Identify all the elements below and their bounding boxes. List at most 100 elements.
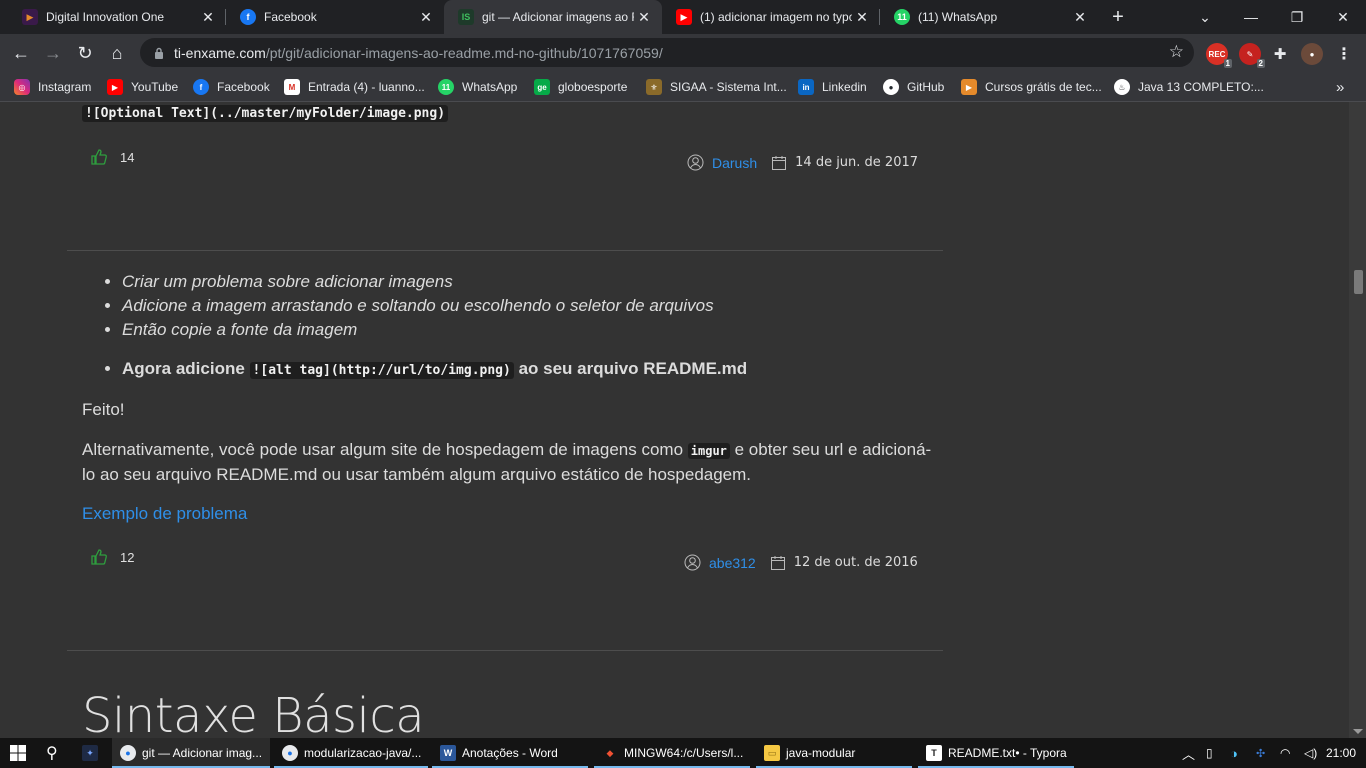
tray-app-icon[interactable]: ◑ xyxy=(1230,738,1238,768)
taskbar: ⚲ ✦ ● git — Adicionar imag... ● modulariza… xyxy=(0,738,1366,768)
profile-avatar[interactable]: ● xyxy=(1301,43,1323,65)
new-tab-button[interactable]: + xyxy=(1098,0,1138,34)
folder-icon: ▭ xyxy=(764,745,780,761)
close-window-button[interactable]: ✕ xyxy=(1320,0,1366,34)
address-bar[interactable]: ti-enxame.com/pt/git/adicionar-imagens-a… xyxy=(140,38,1194,67)
restore-button[interactable]: ❐ xyxy=(1274,0,1320,34)
extension-rec-icon[interactable]: REC 1 xyxy=(1206,43,1232,68)
vote-count: 12 xyxy=(120,549,135,565)
close-tab-icon[interactable]: ✕ xyxy=(1070,9,1090,26)
tab-whatsapp[interactable]: 11 (11) WhatsApp ✕ xyxy=(880,0,1098,34)
bookmark-github[interactable]: ● GitHub xyxy=(883,72,944,102)
bookmark-facebook[interactable]: f Facebook xyxy=(193,72,270,102)
taskbar-app-chrome[interactable]: ● git — Adicionar imag... xyxy=(112,738,270,768)
battery-icon[interactable]: ▯ xyxy=(1206,738,1213,768)
answer-divider xyxy=(67,250,943,251)
volume-icon[interactable]: ◁) xyxy=(1304,738,1317,768)
bookmark-sigaa[interactable]: ⚜ SIGAA - Sistema Int... xyxy=(646,72,787,102)
tray-app-2-icon[interactable]: ✣ xyxy=(1256,738,1265,768)
tab-digital-innovation-one[interactable]: ▶ Digital Innovation One ✕ xyxy=(8,0,226,34)
windows-icon xyxy=(10,745,26,761)
bookmark-star-icon[interactable]: ☆ xyxy=(1169,42,1184,62)
clock[interactable]: 21:00 xyxy=(1326,738,1356,768)
ti-enxame-icon: IS xyxy=(458,9,474,25)
tab-strip: ▶ Digital Innovation One ✕ f Facebook ✕ … xyxy=(0,0,1366,34)
list-item: Adicione a imagem arrastando e soltando … xyxy=(122,294,714,318)
browser-menu-icon[interactable]: ⋮ xyxy=(1333,43,1355,65)
wifi-icon[interactable]: ◠ xyxy=(1280,738,1290,768)
back-button[interactable]: ← xyxy=(6,38,36,68)
minimize-button[interactable]: — xyxy=(1228,0,1274,34)
bookmarks-overflow-icon[interactable]: » xyxy=(1336,72,1344,102)
dio-icon: ▶ xyxy=(22,9,38,25)
facebook-icon: f xyxy=(240,9,256,25)
steps-list: Criar um problema sobre adicionar imagen… xyxy=(100,270,714,342)
reload-button[interactable]: ↻ xyxy=(70,38,100,68)
bookmark-linkedin[interactable]: in Linkedin xyxy=(798,72,867,102)
page-scrollbar[interactable] xyxy=(1349,102,1366,738)
answer-meta: abe312 12 de out. de 2016 xyxy=(684,554,918,571)
calendar-icon xyxy=(770,555,785,570)
taskbar-app-explorer[interactable]: ▭ java-modular xyxy=(756,738,912,768)
linkedin-icon: in xyxy=(798,79,814,95)
task-view-icon[interactable]: ✦ xyxy=(82,738,104,768)
whatsapp-icon: 11 xyxy=(894,9,910,25)
close-tab-icon[interactable]: ✕ xyxy=(198,9,218,26)
chrome-icon: ● xyxy=(120,745,136,761)
taskbar-app-chrome-2[interactable]: ● modularizacao-java/... xyxy=(274,738,428,768)
whatsapp-icon: 11 xyxy=(438,79,454,95)
bookmark-gmail[interactable]: M Entrada (4) - luanno... xyxy=(284,72,425,102)
code-snippet: ![Optional Text](../master/myFolder/imag… xyxy=(82,105,449,122)
extensions-puzzle-icon[interactable]: ✚ xyxy=(1269,43,1291,65)
close-tab-icon[interactable]: ✕ xyxy=(634,9,654,26)
vote-count: 14 xyxy=(120,149,135,165)
thumbs-up-icon[interactable] xyxy=(90,148,108,166)
inline-code: ![alt tag](http://url/to/img.png) xyxy=(249,362,514,379)
tab-youtube[interactable]: ▶ (1) adicionar imagem no typora ✕ xyxy=(662,0,880,34)
alternative-paragraph: Alternativamente, você pode usar algum s… xyxy=(82,440,932,484)
sigaa-icon: ⚜ xyxy=(646,79,662,95)
tray-chevron-icon[interactable]: ︿ xyxy=(1182,738,1195,768)
list-item: Agora adicione ![alt tag](http://url/to/… xyxy=(122,356,747,384)
tab-facebook[interactable]: f Facebook ✕ xyxy=(226,0,444,34)
youtube-icon: ▶ xyxy=(676,9,692,25)
thumbs-up-icon[interactable] xyxy=(90,548,108,566)
example-link[interactable]: Exemplo de problema xyxy=(82,504,247,524)
scrollbar-thumb[interactable] xyxy=(1354,270,1363,294)
extension-red-icon[interactable]: ✎ 2 xyxy=(1239,43,1265,68)
calendar-icon xyxy=(772,155,787,170)
taskbar-app-typora[interactable]: T README.txt• - Typora xyxy=(918,738,1074,768)
gmail-icon: M xyxy=(284,79,300,95)
bookmark-youtube[interactable]: ▶ YouTube xyxy=(107,72,178,102)
list-item: Então copie a fonte da imagem xyxy=(122,318,714,342)
lock-icon xyxy=(155,47,163,59)
vote-area: 14 xyxy=(90,148,134,166)
author-link[interactable]: abe312 xyxy=(709,555,756,571)
bookmark-whatsapp[interactable]: 11 WhatsApp xyxy=(438,72,517,102)
done-text: Feito! xyxy=(82,400,125,419)
url-text: ti-enxame.com/pt/git/adicionar-imagens-a… xyxy=(174,44,663,61)
taskbar-app-git-bash[interactable]: ◆ MINGW64:/c/Users/l... xyxy=(594,738,750,768)
taskbar-app-word[interactable]: W Anotações - Word xyxy=(432,738,588,768)
bookmark-globoesporte[interactable]: ge globoesporte xyxy=(534,72,627,102)
bookmarks-bar: ◎ Instagram ▶ YouTube f Facebook M Entrada (… xyxy=(0,72,1366,102)
start-button[interactable] xyxy=(10,738,26,768)
close-tab-icon[interactable]: ✕ xyxy=(852,9,872,26)
bookmark-java[interactable]: ♨ Java 13 COMPLETO:... xyxy=(1114,72,1264,102)
vote-area: 12 xyxy=(90,548,134,566)
globoesporte-icon: ge xyxy=(534,79,550,95)
user-icon xyxy=(687,154,704,171)
scroll-down-arrow[interactable] xyxy=(1353,729,1363,734)
bookmark-instagram[interactable]: ◎ Instagram xyxy=(14,72,91,102)
search-icon[interactable]: ⚲ xyxy=(46,738,58,768)
close-tab-icon[interactable]: ✕ xyxy=(416,9,436,26)
list-item: Criar um problema sobre adicionar imagen… xyxy=(122,270,714,294)
home-button[interactable]: ⌂ xyxy=(102,38,132,68)
author-link[interactable]: Darush xyxy=(712,155,757,171)
forward-button[interactable]: → xyxy=(38,38,68,68)
answer-date: 12 de out. de 2016 xyxy=(793,555,918,570)
bookmark-cursos[interactable]: ▶ Cursos grátis de tec... xyxy=(961,72,1102,102)
tab-search-icon[interactable]: ⌄ xyxy=(1182,0,1228,34)
word-icon: W xyxy=(440,745,456,761)
tab-git-readme[interactable]: IS git — Adicionar imagens ao README.md … xyxy=(444,0,662,34)
